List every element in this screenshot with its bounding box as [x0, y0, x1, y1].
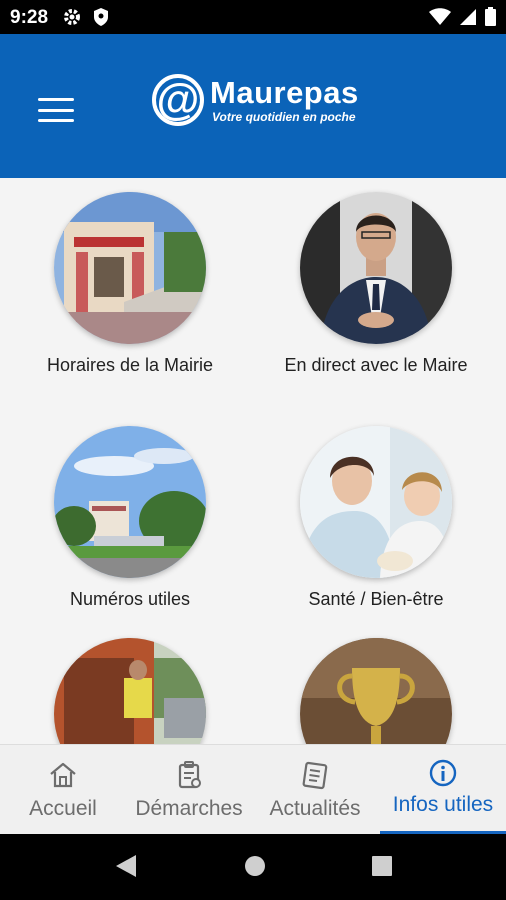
nav-actualites[interactable]: Actualités [252, 745, 378, 835]
town-hall-image [54, 192, 206, 344]
bottom-navigation: Accueil Démarches Actualités Infos utile… [0, 744, 506, 835]
tiles-grid: Horaires de la Mairie En direct avec le … [0, 178, 506, 744]
shield-icon [92, 7, 110, 27]
app-title: Maurepas [210, 75, 359, 110]
tile-waste-collection[interactable] [20, 638, 240, 744]
battery-icon [485, 7, 496, 26]
hamburger-icon [38, 98, 74, 101]
mayor-portrait-image [300, 192, 452, 344]
info-icon [429, 759, 457, 787]
status-bar: 9:28 [0, 0, 506, 34]
hamburger-line [38, 108, 74, 112]
app-bar: @ Maurepas Votre quotidien en poche [0, 34, 506, 178]
nav-demarches[interactable]: Démarches [126, 745, 252, 835]
hamburger-line [38, 119, 74, 122]
nav-label: Démarches [135, 797, 243, 820]
tile-sante-bien-etre[interactable]: Santé / Bien-être [266, 426, 486, 611]
nav-label: Actualités [269, 797, 361, 820]
system-navigation-bar [0, 834, 506, 900]
home-circle-icon [245, 856, 265, 876]
tile-label: Horaires de la Mairie [46, 355, 214, 375]
garbage-truck-image [54, 638, 206, 744]
nav-label: Infos utiles [392, 793, 494, 816]
status-time: 9:28 [10, 7, 49, 28]
recents-square-icon [372, 856, 392, 876]
home-icon [50, 762, 76, 788]
nav-accueil[interactable]: Accueil [0, 745, 126, 835]
trophy-image [300, 638, 452, 744]
logo-at-symbol: @ [152, 74, 204, 126]
newspaper-icon [302, 761, 328, 790]
menu-button[interactable] [34, 92, 78, 128]
tile-label: Santé / Bien-être [308, 589, 444, 609]
tile-sports[interactable] [266, 638, 486, 744]
tile-label: En direct avec le Maire [284, 355, 468, 375]
tile-en-direct-maire[interactable]: En direct avec le Maire [266, 192, 486, 377]
tile-horaires-mairie[interactable]: Horaires de la Mairie [20, 192, 240, 377]
back-triangle-icon [116, 855, 136, 877]
wifi-icon [429, 7, 451, 26]
settings-gear-icon [62, 7, 82, 27]
nav-label: Accueil [29, 797, 97, 820]
nav-infos-utiles[interactable]: Infos utiles [380, 745, 506, 835]
recents-button[interactable] [370, 853, 394, 884]
health-image [300, 426, 452, 578]
home-button[interactable] [243, 853, 267, 884]
signal-icon [459, 8, 477, 26]
tile-numeros-utiles[interactable]: Numéros utiles [20, 426, 240, 611]
city-roundabout-image [54, 426, 206, 578]
tile-label: Numéros utiles [69, 589, 191, 609]
app-logo: @ Maurepas Votre quotidien en poche [152, 74, 359, 126]
back-button[interactable] [114, 853, 138, 884]
clipboard-icon [178, 761, 201, 789]
app-tagline: Votre quotidien en poche [212, 110, 356, 124]
